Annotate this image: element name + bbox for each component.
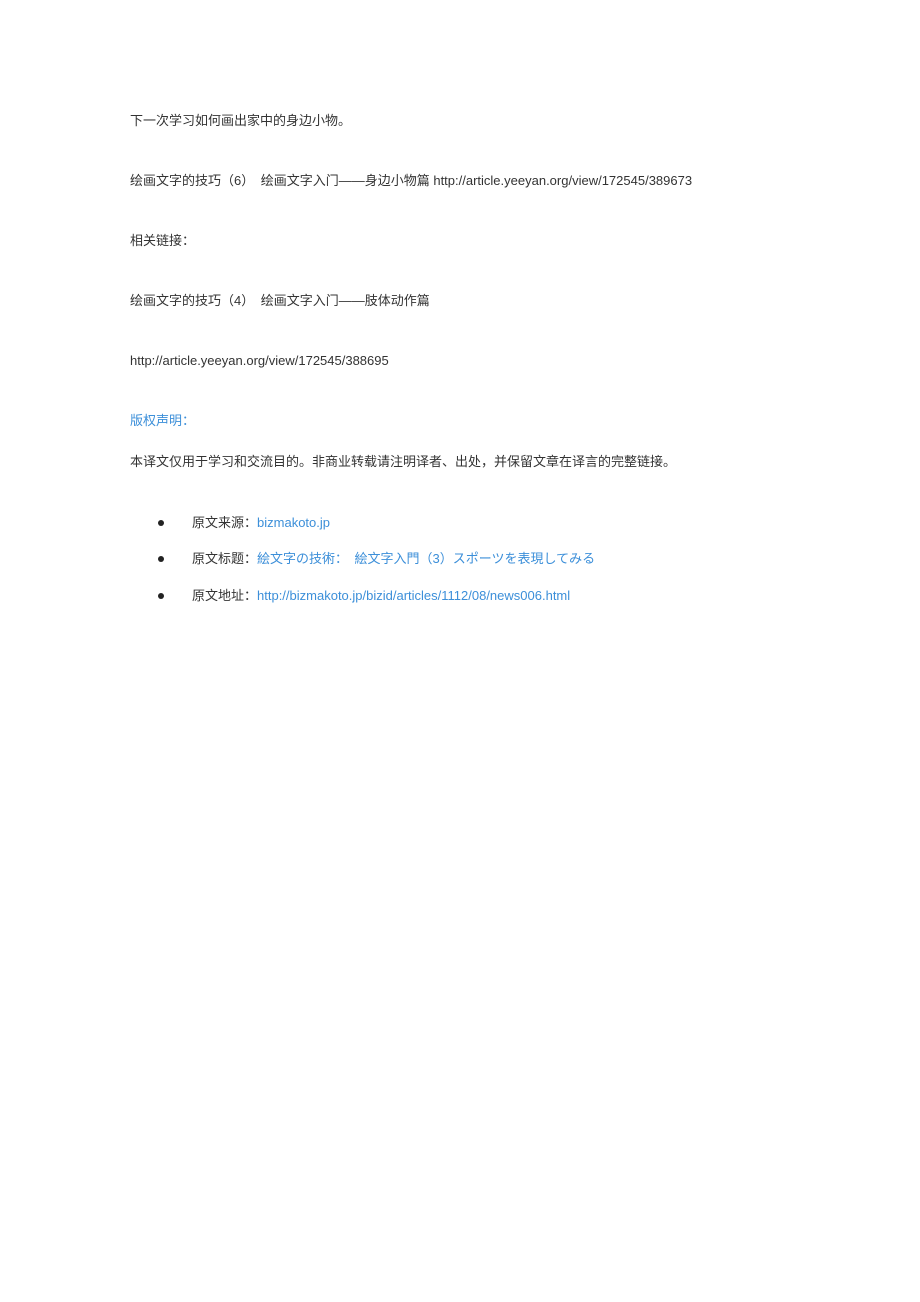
reference-title-label: 原文标题： bbox=[192, 551, 257, 566]
reference-url: 原文地址：http://bizmakoto.jp/bizid/articles/… bbox=[192, 584, 790, 609]
reference-title: 原文标题：絵文字の技術： 絵文字入門（3）スポーツを表現してみる bbox=[192, 547, 790, 572]
paragraph-link-389673: 绘画文字的技巧（6） 绘画文字入门——身边小物篇 http://article.… bbox=[130, 170, 790, 192]
paragraph-related-link-title: 绘画文字的技巧（4） 绘画文字入门——肢体动作篇 bbox=[130, 290, 790, 312]
copyright-heading: 版权声明： bbox=[130, 410, 790, 432]
reference-source-link[interactable]: bizmakoto.jp bbox=[257, 515, 330, 530]
paragraph-related-link-url: http://article.yeeyan.org/view/172545/38… bbox=[130, 350, 790, 372]
reference-source-label: 原文来源： bbox=[192, 515, 257, 530]
reference-title-link[interactable]: 絵文字の技術： 絵文字入門（3）スポーツを表現してみる bbox=[257, 551, 595, 566]
reference-url-label: 原文地址： bbox=[192, 588, 257, 603]
reference-url-link[interactable]: http://bizmakoto.jp/bizid/articles/1112/… bbox=[257, 588, 570, 603]
reference-list: 原文来源：bizmakoto.jp 原文标题：絵文字の技術： 絵文字入門（3）ス… bbox=[130, 511, 790, 609]
paragraph-next-lesson: 下一次学习如何画出家中的身边小物。 bbox=[130, 110, 790, 132]
paragraph-related-links-heading: 相关链接： bbox=[130, 230, 790, 252]
reference-source: 原文来源：bizmakoto.jp bbox=[192, 511, 790, 536]
copyright-body: 本译文仅用于学习和交流目的。非商业转载请注明译者、出处，并保留文章在译言的完整链… bbox=[130, 451, 790, 473]
